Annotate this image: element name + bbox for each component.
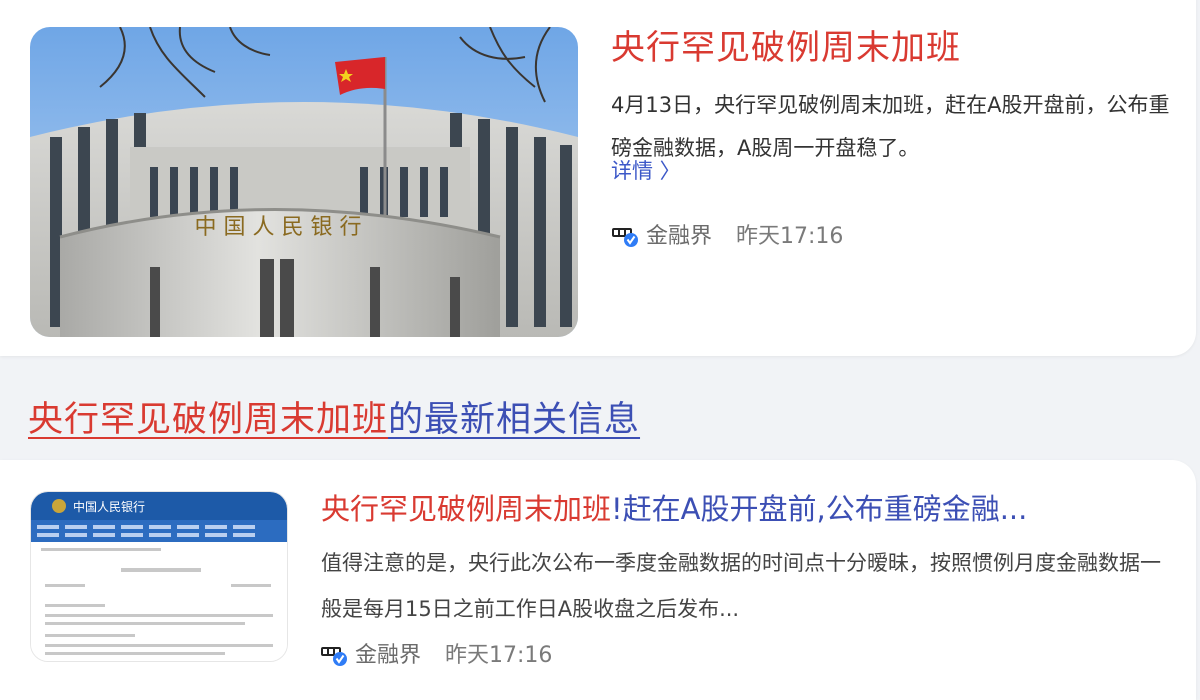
result-title[interactable]: 央行罕见破例周末加班!赶在A股开盘前,公布重磅金融... [321,489,1171,529]
result-summary: 值得注意的是，央行此次公布一季度金融数据的时间点十分暧昧，按照惯例月度金融数据一… [321,551,1161,621]
pboc-website-thumbnail[interactable]: 中国人民银行 [30,491,288,662]
pboc-sign-text: 中 国 人 民 银 行 [195,215,362,240]
related-news-heading[interactable]: 央行罕见破例周末加班的最新相关信息 [28,398,640,442]
publish-time: 昨天17:16 [736,224,844,249]
title-highlight: 央行罕见破例周末加班 [321,492,612,526]
result-summary: 4月13日，央行罕见破例周末加班，赶在A股开盘前，公布重磅金融数据，A股周一开盘… [611,93,1170,160]
result-title[interactable]: 央行罕见破例周末加班 [611,26,961,70]
publish-time: 昨天17:16 [445,643,553,668]
source-name[interactable]: 金融界 [355,637,421,669]
thumb-header-text: 中国人民银行 [73,499,145,514]
jinrongjie-logo-icon [612,222,638,247]
title-rest: !赶在A股开盘前,公布重磅金融... [611,492,1028,526]
detail-link[interactable]: 详情 〉 [611,150,681,193]
jinrongjie-logo-icon [321,641,347,666]
source-row: 金融界 昨天17:16 [612,218,843,250]
source-name[interactable]: 金融界 [646,218,712,250]
pboc-building-thumbnail[interactable]: 中 国 人 民 银 行 [30,27,578,337]
heading-highlight: 央行罕见破例周末加班 [28,400,389,440]
heading-rest: 的最新相关信息 [388,400,641,440]
pboc-website-image: 中国人民银行 [31,492,287,661]
pboc-building-image: 中 国 人 民 银 行 [30,27,578,337]
source-row: 金融界 昨天17:16 [321,637,552,669]
